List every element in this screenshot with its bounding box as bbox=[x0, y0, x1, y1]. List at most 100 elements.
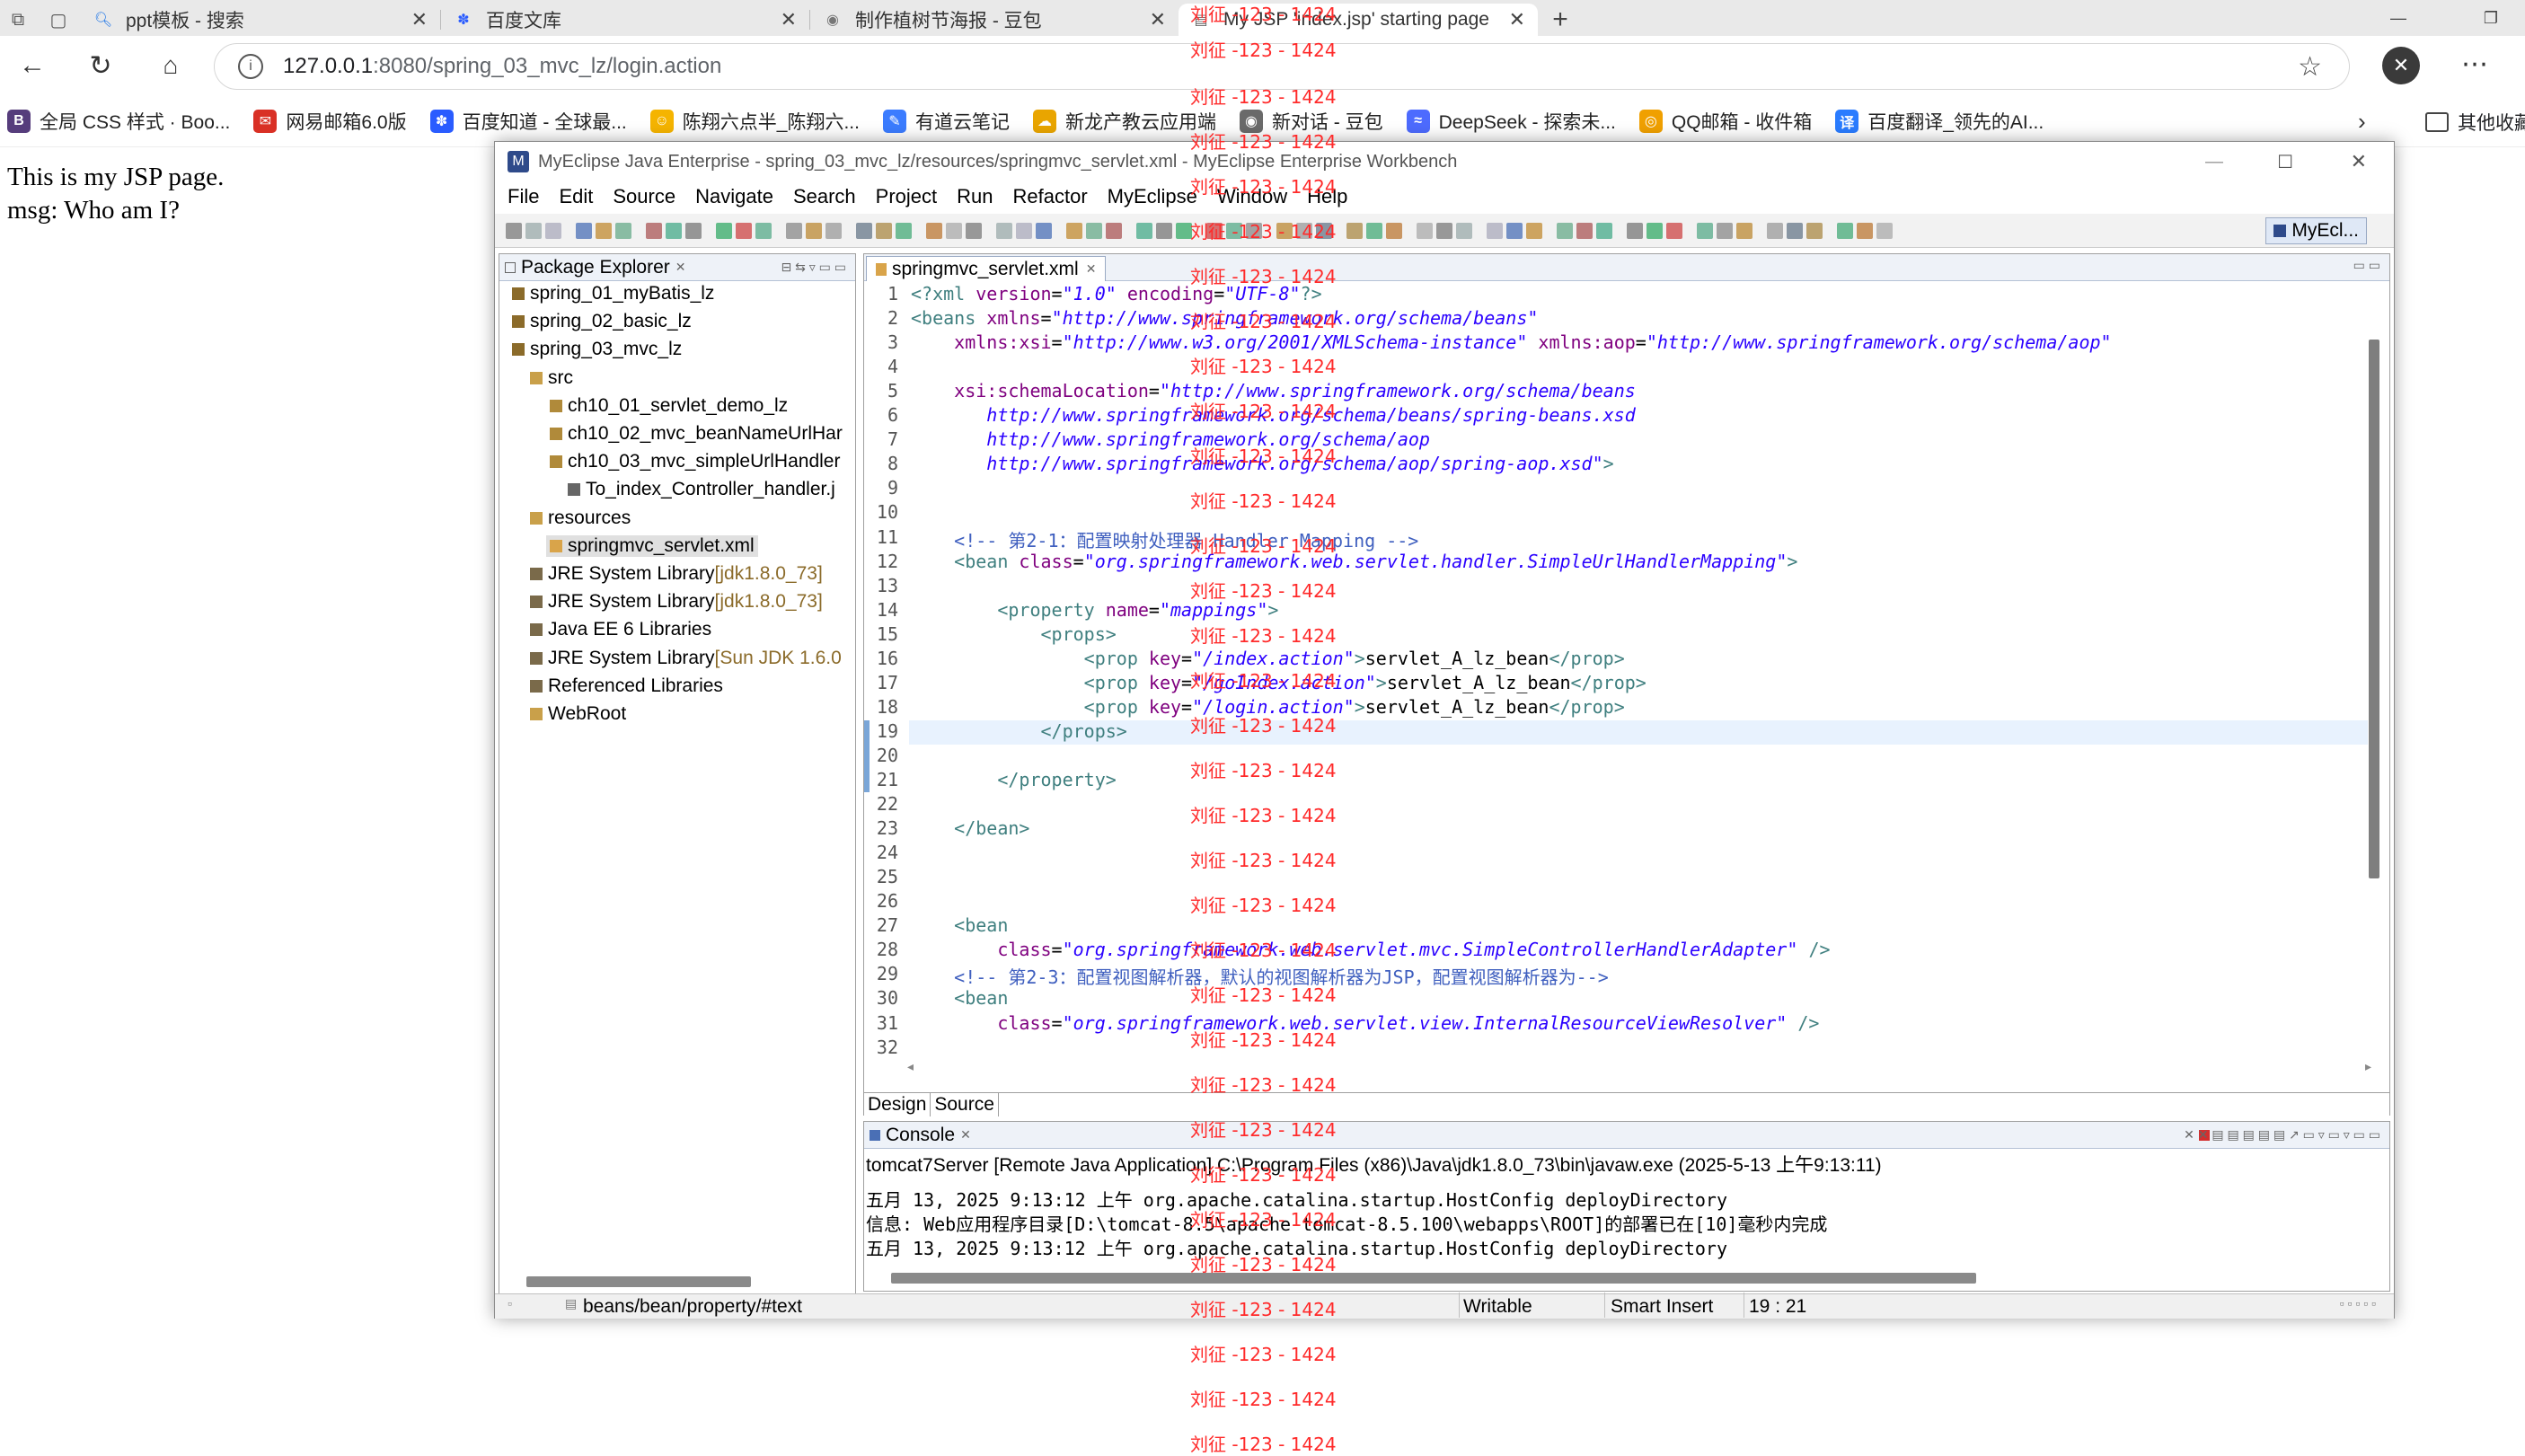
menu-help[interactable]: Help bbox=[1307, 185, 1347, 208]
toolbar-button-icon[interactable] bbox=[1366, 223, 1382, 239]
tab-design[interactable]: Design bbox=[864, 1093, 931, 1116]
toolbar-button-icon[interactable] bbox=[1066, 223, 1082, 239]
tree-item[interactable]: JRE System Library [Sun JDK 1.6.0 bbox=[530, 648, 842, 669]
toolbar-button-icon[interactable] bbox=[1557, 223, 1573, 239]
tree-item[interactable]: spring_01_myBatis_lz bbox=[512, 283, 714, 304]
toolbar-button-icon[interactable] bbox=[1016, 223, 1032, 239]
favorite-star-icon[interactable]: ☆ bbox=[2298, 51, 2322, 83]
other-bookmarks[interactable]: 其他收藏夹 bbox=[2425, 109, 2525, 136]
menu-project[interactable]: Project bbox=[876, 185, 937, 208]
toolbar-button-icon[interactable] bbox=[1767, 223, 1783, 239]
toolbar-button-icon[interactable] bbox=[1837, 223, 1853, 239]
toolbar-button-icon[interactable] bbox=[806, 223, 822, 239]
editor-minmax-icon[interactable]: ▭ ▭ bbox=[2353, 258, 2380, 273]
bookmark-item[interactable]: ◉ 新对话 - 豆包 bbox=[1239, 108, 1383, 135]
toolbar-button-icon[interactable] bbox=[825, 223, 842, 239]
toolbar-button-icon[interactable] bbox=[615, 223, 631, 239]
toolbar-button-icon[interactable] bbox=[1627, 223, 1643, 239]
close-icon[interactable]: ✕ bbox=[2351, 150, 2367, 173]
tree-item[interactable]: src bbox=[530, 367, 573, 389]
toolbar-button-icon[interactable] bbox=[1086, 223, 1102, 239]
package-explorer-title[interactable]: Package Explorer bbox=[521, 257, 670, 278]
chevron-right-icon[interactable]: › bbox=[2358, 108, 2366, 136]
menu-navigate[interactable]: Navigate bbox=[695, 185, 773, 208]
close-icon[interactable]: ✕ bbox=[1509, 8, 1525, 31]
tree-item[interactable]: Referenced Libraries bbox=[530, 675, 723, 697]
scroll-left-icon[interactable]: ◂ bbox=[907, 1059, 914, 1074]
bookmark-item[interactable]: ≈ DeepSeek - 探索未... bbox=[1406, 108, 1616, 135]
close-icon[interactable]: ✕ bbox=[1086, 261, 1097, 277]
tree-item[interactable]: spring_02_basic_lz bbox=[512, 311, 692, 332]
editor-vertical-scrollbar[interactable] bbox=[2368, 295, 2380, 878]
toolbar-button-icon[interactable] bbox=[1296, 223, 1312, 239]
menu-source[interactable]: Source bbox=[613, 185, 675, 208]
toolbar-button-icon[interactable] bbox=[876, 223, 892, 239]
toolbar-button-icon[interactable] bbox=[1276, 223, 1293, 239]
toolbar-button-icon[interactable] bbox=[1417, 223, 1433, 239]
scroll-right-icon[interactable]: ▸ bbox=[2365, 1059, 2371, 1074]
toolbar-button-icon[interactable] bbox=[1717, 223, 1733, 239]
more-menu-icon[interactable]: ⋯ bbox=[2461, 49, 2488, 80]
toolbar-button-icon[interactable] bbox=[1226, 223, 1242, 239]
profile-avatar[interactable]: ✕ bbox=[2382, 47, 2420, 84]
editor-tab-springmvc[interactable]: springmvc_servlet.xml ✕ bbox=[866, 256, 1107, 281]
toolbar-button-icon[interactable] bbox=[525, 223, 542, 239]
bookmark-item[interactable]: 译百度翻译_领先的AI... bbox=[1835, 108, 2044, 135]
close-icon[interactable]: ✕ bbox=[411, 8, 428, 31]
toolbar-button-icon[interactable] bbox=[1647, 223, 1663, 239]
back-arrow-icon[interactable]: ← bbox=[14, 48, 50, 84]
bookmark-item[interactable]: ◎ QQ邮箱 - 收件箱 bbox=[1638, 108, 1812, 135]
toolbar-button-icon[interactable] bbox=[576, 223, 592, 239]
toolbar-button-icon[interactable] bbox=[1787, 223, 1803, 239]
menu-edit[interactable]: Edit bbox=[559, 185, 593, 208]
editor-horizontal-scrollbar[interactable]: ◂ ▸ bbox=[907, 1059, 2371, 1075]
close-icon[interactable]: ✕ bbox=[781, 8, 797, 31]
bookmark-item[interactable]: B 全局 CSS 样式 · Boo... bbox=[7, 108, 230, 135]
toolbar-button-icon[interactable] bbox=[736, 223, 752, 239]
toolbar-button-icon[interactable] bbox=[996, 223, 1012, 239]
toolbar-button-icon[interactable] bbox=[1106, 223, 1122, 239]
menu-search[interactable]: Search bbox=[793, 185, 856, 208]
bookmark-item[interactable]: ✎ 有道云笔记 bbox=[882, 108, 1010, 135]
toolbar-button-icon[interactable] bbox=[646, 223, 662, 239]
bookmark-item[interactable]: ✉ 网易邮箱6.0版 bbox=[253, 108, 407, 135]
browser-tab-ppt[interactable]: 🔍︎ ppt模板 - 搜索 ✕ bbox=[81, 4, 440, 36]
console-horizontal-scrollbar[interactable] bbox=[891, 1273, 1976, 1284]
toolbar-button-icon[interactable] bbox=[596, 223, 612, 239]
toolbar-button-icon[interactable] bbox=[1736, 223, 1752, 239]
toolbar-button-icon[interactable] bbox=[1246, 223, 1262, 239]
toolbar-button-icon[interactable] bbox=[1876, 223, 1893, 239]
close-view-icon[interactable]: ✕ bbox=[960, 1127, 971, 1143]
tab-actions-icon[interactable]: ▢ bbox=[36, 4, 81, 36]
tree-item[interactable]: ch10_01_servlet_demo_lz bbox=[550, 395, 788, 417]
tree-item[interactable]: Java EE 6 Libraries bbox=[530, 619, 711, 640]
toolbar-button-icon[interactable] bbox=[1436, 223, 1452, 239]
bookmark-item[interactable]: ☺ 陈翔六点半_陈翔六... bbox=[649, 108, 860, 135]
toolbar-button-icon[interactable] bbox=[1526, 223, 1542, 239]
toolbar-button-icon[interactable] bbox=[1346, 223, 1363, 239]
tab-source[interactable]: Source bbox=[931, 1093, 999, 1116]
workspaces-icon[interactable]: ⧉ bbox=[0, 4, 36, 36]
toolbar-button-icon[interactable] bbox=[1206, 223, 1223, 239]
browser-tab-doubao[interactable]: ◉ 制作植树节海报 - 豆包 ✕ bbox=[810, 4, 1179, 36]
toolbar-button-icon[interactable] bbox=[966, 223, 982, 239]
tree-item[interactable]: resources bbox=[530, 507, 631, 529]
home-icon[interactable]: ⌂ bbox=[153, 48, 189, 84]
browser-tab-wenku[interactable]: ✽ 百度文库 ✕ bbox=[441, 4, 809, 36]
maximize-icon[interactable]: ☐ bbox=[2277, 151, 2293, 173]
menu-refactor[interactable]: Refactor bbox=[1013, 185, 1088, 208]
tree-item[interactable]: spring_03_mvc_lz bbox=[512, 339, 682, 360]
toolbar-button-icon[interactable] bbox=[1136, 223, 1152, 239]
toolbar-button-icon[interactable] bbox=[1666, 223, 1682, 239]
toolbar-button-icon[interactable] bbox=[685, 223, 702, 239]
toolbar-button-icon[interactable] bbox=[666, 223, 682, 239]
toolbar-button-icon[interactable] bbox=[1487, 223, 1503, 239]
minimize-icon[interactable]: — bbox=[2390, 9, 2406, 28]
toolbar-button-icon[interactable] bbox=[856, 223, 872, 239]
menu-window[interactable]: Window bbox=[1217, 185, 1287, 208]
toolbar-button-icon[interactable] bbox=[1857, 223, 1873, 239]
tree-horizontal-scrollbar[interactable] bbox=[526, 1276, 751, 1287]
toolbar-button-icon[interactable] bbox=[1386, 223, 1402, 239]
console-title[interactable]: Console bbox=[886, 1125, 955, 1146]
toolbar-button-icon[interactable] bbox=[1176, 223, 1192, 239]
